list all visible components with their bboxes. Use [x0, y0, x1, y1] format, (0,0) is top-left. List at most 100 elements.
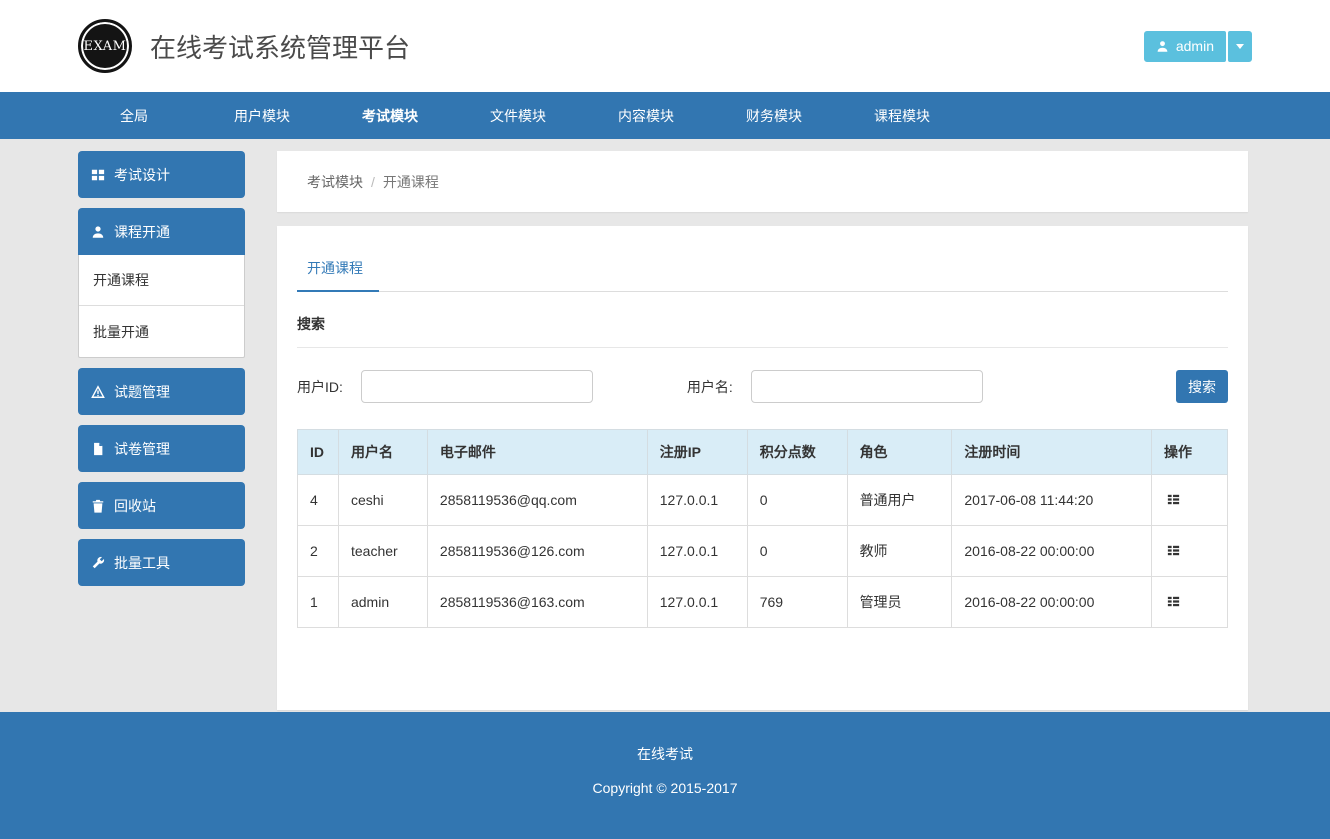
row-actions-button[interactable] — [1164, 592, 1183, 611]
nav-item-user-module[interactable]: 用户模块 — [198, 92, 326, 139]
col-header-register-time: 注册时间 — [952, 430, 1152, 475]
admin-dropdown-button[interactable] — [1228, 31, 1252, 62]
wrench-icon — [91, 556, 105, 570]
sidebar-item-label: 批量工具 — [114, 553, 170, 573]
page-footer: 在线考试 Copyright © 2015-2017 — [0, 712, 1330, 839]
grid-icon — [91, 168, 105, 182]
nav-item-course-module[interactable]: 课程模块 — [838, 92, 966, 139]
user-id-input[interactable] — [361, 370, 593, 403]
cell-points: 0 — [747, 526, 847, 577]
col-header-actions: 操作 — [1152, 430, 1228, 475]
cell-points: 0 — [747, 475, 847, 526]
sidebar-item-exam-design[interactable]: 考试设计 — [78, 151, 245, 198]
cell-register-ip: 127.0.0.1 — [647, 577, 747, 628]
main-column: 考试模块 / 开通课程 开通课程 搜索 用户ID: 用户名: 搜索 — [277, 151, 1248, 710]
cell-register-ip: 127.0.0.1 — [647, 475, 747, 526]
cell-email: 2858119536@qq.com — [427, 475, 647, 526]
warning-icon — [91, 385, 105, 399]
sidebar-submenu: 开通课程 批量开通 — [78, 255, 245, 358]
trash-icon — [91, 499, 105, 513]
list-icon — [1166, 492, 1181, 507]
user-icon — [91, 225, 105, 239]
sidebar-item-label: 课程开通 — [114, 222, 170, 242]
cell-id: 1 — [298, 577, 339, 628]
top-nav: 全局 用户模块 考试模块 文件模块 内容模块 财务模块 课程模块 — [0, 92, 1330, 139]
sidebar-item-recycle-bin[interactable]: 回收站 — [78, 482, 245, 529]
breadcrumb-separator: / — [371, 174, 375, 190]
sidebar-item-batch-tools[interactable]: 批量工具 — [78, 539, 245, 586]
footer-site-name: 在线考试 — [0, 744, 1330, 764]
cell-register-time: 2017-06-08 11:44:20 — [952, 475, 1152, 526]
nav-item-file-module[interactable]: 文件模块 — [454, 92, 582, 139]
nav-item-global[interactable]: 全局 — [70, 92, 198, 139]
col-header-email: 电子邮件 — [427, 430, 647, 475]
sidebar-item-label: 试题管理 — [114, 382, 170, 402]
logo-text: EXAM — [84, 39, 127, 54]
cell-role: 管理员 — [847, 577, 952, 628]
cell-username: admin — [338, 577, 427, 628]
user-name-input[interactable] — [751, 370, 983, 403]
sidebar-item-label: 试卷管理 — [114, 439, 170, 459]
table-header-row: ID 用户名 电子邮件 注册IP 积分点数 角色 注册时间 操作 — [298, 430, 1228, 475]
search-button[interactable]: 搜索 — [1176, 370, 1228, 403]
cell-email: 2858119536@163.com — [427, 577, 647, 628]
cell-actions — [1152, 526, 1228, 577]
table-row: 1 admin 2858119536@163.com 127.0.0.1 769… — [298, 577, 1228, 628]
header-actions: admin — [1144, 31, 1252, 62]
col-header-id: ID — [298, 430, 339, 475]
search-section-title: 搜索 — [297, 292, 1228, 348]
cell-username: ceshi — [338, 475, 427, 526]
footer-copyright: Copyright © 2015-2017 — [0, 780, 1330, 796]
search-form: 用户ID: 用户名: 搜索 — [297, 348, 1228, 419]
sidebar-item-question-management[interactable]: 试题管理 — [78, 368, 245, 415]
row-actions-button[interactable] — [1164, 490, 1183, 509]
tabs-bar: 开通课程 — [297, 246, 1228, 292]
table-row: 2 teacher 2858119536@126.com 127.0.0.1 0… — [298, 526, 1228, 577]
row-actions-button[interactable] — [1164, 541, 1183, 560]
users-table: ID 用户名 电子邮件 注册IP 积分点数 角色 注册时间 操作 4 ceshi — [297, 429, 1228, 628]
cell-email: 2858119536@126.com — [427, 526, 647, 577]
col-header-register-ip: 注册IP — [647, 430, 747, 475]
admin-label: admin — [1176, 38, 1214, 54]
sidebar-item-course-open[interactable]: 课程开通 — [78, 208, 245, 255]
nav-item-finance-module[interactable]: 财务模块 — [710, 92, 838, 139]
cell-role: 普通用户 — [847, 475, 952, 526]
nav-item-content-module[interactable]: 内容模块 — [582, 92, 710, 139]
col-header-role: 角色 — [847, 430, 952, 475]
submenu-item-open-course[interactable]: 开通课程 — [79, 255, 244, 306]
cell-actions — [1152, 475, 1228, 526]
col-header-points: 积分点数 — [747, 430, 847, 475]
user-icon — [1156, 40, 1169, 53]
cell-id: 2 — [298, 526, 339, 577]
list-icon — [1166, 543, 1181, 558]
breadcrumb: 考试模块 / 开通课程 — [277, 151, 1248, 212]
cell-register-ip: 127.0.0.1 — [647, 526, 747, 577]
page-body: 考试设计 课程开通 开通课程 批量开通 试题管理 试卷管 — [0, 139, 1330, 712]
cell-actions — [1152, 577, 1228, 628]
nav-item-exam-module[interactable]: 考试模块 — [326, 92, 454, 139]
cell-points: 769 — [747, 577, 847, 628]
sidebar-item-label: 回收站 — [114, 496, 156, 516]
cell-role: 教师 — [847, 526, 952, 577]
user-id-label: 用户ID: — [297, 377, 343, 397]
file-icon — [91, 442, 105, 456]
sidebar-group-course-open: 课程开通 开通课程 批量开通 — [78, 208, 245, 358]
cell-username: teacher — [338, 526, 427, 577]
sidebar-item-paper-management[interactable]: 试卷管理 — [78, 425, 245, 472]
table-row: 4 ceshi 2858119536@qq.com 127.0.0.1 0 普通… — [298, 475, 1228, 526]
content-panel: 开通课程 搜索 用户ID: 用户名: 搜索 ID — [277, 226, 1248, 710]
page-title: 在线考试系统管理平台 — [150, 28, 410, 65]
breadcrumb-current: 开通课程 — [383, 172, 439, 192]
submenu-item-batch-open[interactable]: 批量开通 — [79, 306, 244, 357]
sidebar-item-label: 考试设计 — [114, 165, 170, 185]
caret-down-icon — [1236, 44, 1244, 49]
cell-register-time: 2016-08-22 00:00:00 — [952, 526, 1152, 577]
tab-open-course[interactable]: 开通课程 — [297, 246, 379, 292]
list-icon — [1166, 594, 1181, 609]
user-name-group: 用户名: — [687, 370, 983, 403]
app-header: EXAM 在线考试系统管理平台 admin — [0, 0, 1330, 92]
cell-register-time: 2016-08-22 00:00:00 — [952, 577, 1152, 628]
cell-id: 4 — [298, 475, 339, 526]
admin-user-button[interactable]: admin — [1144, 31, 1226, 62]
breadcrumb-parent[interactable]: 考试模块 — [307, 172, 363, 192]
